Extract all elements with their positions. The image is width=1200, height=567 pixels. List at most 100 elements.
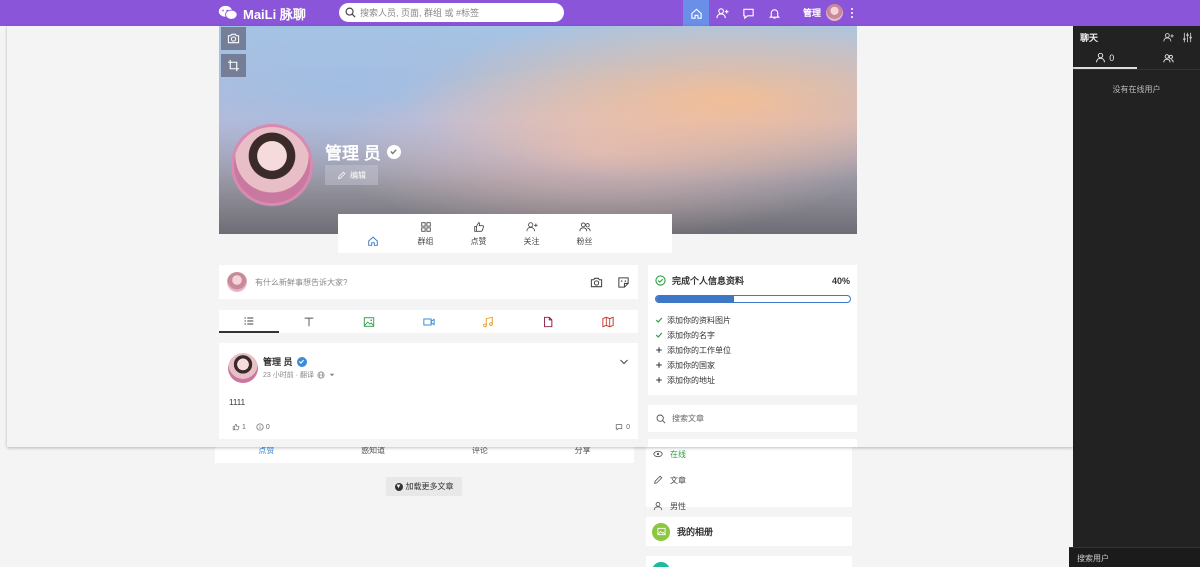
follow-icon bbox=[525, 221, 538, 231]
verified-icon bbox=[296, 356, 307, 367]
eye-icon bbox=[653, 450, 663, 458]
tab-likes-label: 点赞 bbox=[470, 236, 487, 246]
chat-header: 聊天 bbox=[1073, 26, 1200, 48]
top-navigation-bar: MaiLi 脉聊 管理 bbox=[0, 0, 1200, 26]
chevron-down-icon[interactable] bbox=[619, 357, 629, 367]
tab-following[interactable]: 关注 bbox=[505, 221, 558, 247]
post-comments[interactable]: 0 bbox=[615, 423, 630, 431]
my-album-panel[interactable]: 我的相册 bbox=[646, 517, 852, 546]
tab-followers-label: 粉丝 bbox=[576, 236, 593, 246]
caret-down-icon[interactable] bbox=[328, 371, 336, 379]
info-icon bbox=[256, 423, 264, 431]
tab-followers[interactable]: 粉丝 bbox=[558, 221, 611, 247]
nav-notifications-button[interactable] bbox=[761, 0, 787, 26]
thumbs-up-icon bbox=[232, 423, 240, 431]
nav-friend-requests-button[interactable] bbox=[709, 0, 735, 26]
comment-icon bbox=[615, 424, 623, 431]
globe-icon[interactable] bbox=[317, 371, 325, 379]
sticker-icon[interactable] bbox=[617, 276, 630, 289]
filter-all[interactable] bbox=[219, 310, 279, 333]
completion-item[interactable]: 添加你的工作单位 bbox=[655, 343, 850, 358]
profile-avatar[interactable] bbox=[231, 124, 313, 206]
cover-photo bbox=[219, 26, 857, 234]
avatar[interactable] bbox=[228, 353, 258, 383]
crop-cover-button[interactable] bbox=[221, 54, 246, 77]
comments-count: 0 bbox=[626, 423, 630, 431]
video-icon bbox=[422, 318, 435, 325]
more-icon[interactable] bbox=[848, 5, 856, 21]
chat-bubbles-icon bbox=[218, 5, 238, 20]
chat-title: 聊天 bbox=[1080, 32, 1099, 43]
article-search[interactable]: 搜索文章 bbox=[648, 405, 857, 432]
about-panel: 在线 文章 男性 bbox=[646, 441, 852, 511]
filter-text[interactable] bbox=[279, 310, 339, 333]
article-search-placeholder: 搜索文章 bbox=[672, 414, 704, 423]
post-time[interactable]: 23 小时前 · 翻译 bbox=[263, 370, 314, 380]
chat-sidebar: 聊天 0 没有在线用户 搜索用户 bbox=[1069, 26, 1200, 567]
filter-music[interactable] bbox=[458, 310, 518, 333]
post-likes[interactable]: 1 bbox=[232, 423, 246, 431]
home-icon bbox=[367, 236, 378, 246]
tab-likes[interactable]: 点赞 bbox=[452, 221, 505, 247]
plus-icon bbox=[655, 361, 663, 371]
load-more-posts-button[interactable]: ▼ 加载更多文章 bbox=[386, 477, 462, 496]
post-author-name: 管理 员 bbox=[263, 357, 293, 367]
online-status-text: 在线 bbox=[670, 449, 686, 459]
check-icon bbox=[655, 316, 663, 326]
chat-search-users[interactable]: 搜索用户 bbox=[1069, 547, 1200, 567]
search-icon bbox=[345, 7, 356, 18]
filter-videos[interactable] bbox=[399, 310, 459, 333]
nav-home-button[interactable] bbox=[683, 0, 709, 26]
profile-tabs: 群组 点赞 关注 粉丝 bbox=[338, 214, 672, 253]
change-cover-button[interactable] bbox=[221, 27, 246, 50]
about-articles-row[interactable]: 文章 bbox=[646, 467, 852, 493]
edit-profile-button[interactable]: 编辑 bbox=[325, 165, 378, 185]
thumbs-up-icon bbox=[473, 221, 484, 232]
tab-groups[interactable] bbox=[1137, 48, 1200, 69]
profile-name-text: 管理 员 bbox=[325, 144, 381, 163]
completion-header: 完成个人信息资料 40% bbox=[655, 274, 850, 287]
user-menu[interactable]: 管理 bbox=[803, 4, 844, 21]
global-search[interactable] bbox=[339, 3, 564, 22]
search-input[interactable] bbox=[360, 7, 550, 18]
completion-percent: 40% bbox=[831, 275, 850, 286]
tab-online-users[interactable]: 0 bbox=[1073, 48, 1137, 69]
sliders-icon[interactable] bbox=[1182, 32, 1193, 43]
nav-messages-button[interactable] bbox=[735, 0, 761, 26]
followers-icon bbox=[578, 221, 591, 231]
completion-item[interactable]: 添加你的地址 bbox=[655, 373, 850, 388]
filter-files[interactable] bbox=[518, 310, 578, 333]
tab-groups[interactable]: 群组 bbox=[399, 221, 452, 247]
tab-timeline[interactable] bbox=[346, 221, 399, 247]
completion-item[interactable]: 添加你的国家 bbox=[655, 358, 850, 373]
completion-item[interactable]: 添加你的名字 bbox=[655, 328, 850, 343]
composer-placeholder[interactable]: 有什么新鲜事想告诉大家? bbox=[255, 277, 576, 288]
post-composer[interactable]: 有什么新鲜事想告诉大家? bbox=[219, 265, 638, 299]
post-text: 1111 bbox=[229, 398, 246, 407]
check-circle-icon bbox=[655, 275, 666, 286]
pencil-icon bbox=[654, 475, 663, 484]
avatar bbox=[826, 4, 844, 21]
camera-icon[interactable] bbox=[590, 276, 603, 289]
add-user-icon[interactable] bbox=[1163, 32, 1174, 43]
filter-maps[interactable] bbox=[578, 310, 638, 333]
post-author[interactable]: 管理 员 bbox=[263, 355, 307, 368]
load-more-label: 加载更多文章 bbox=[405, 482, 454, 491]
post-wonders[interactable]: 0 bbox=[256, 423, 270, 431]
likes-count: 1 bbox=[242, 423, 246, 431]
next-panel bbox=[648, 439, 857, 447]
tab-following-label: 关注 bbox=[523, 236, 540, 246]
completion-item[interactable]: 添加你的资料图片 bbox=[655, 313, 850, 328]
app-logo[interactable]: MaiLi 脉聊 bbox=[218, 3, 306, 23]
edit-label: 编辑 bbox=[350, 170, 366, 180]
verified-icon bbox=[386, 144, 401, 159]
completion-title: 完成个人信息资料 bbox=[672, 276, 745, 286]
check-icon bbox=[655, 331, 663, 341]
add-user-icon bbox=[715, 7, 729, 18]
album-title: 我的相册 bbox=[677, 527, 714, 537]
about-gender-row: 男性 bbox=[646, 493, 852, 519]
filter-photos[interactable] bbox=[339, 310, 399, 333]
profile-name: 管理 员 bbox=[325, 139, 401, 164]
crop-icon bbox=[227, 59, 240, 72]
map-icon bbox=[602, 316, 614, 327]
